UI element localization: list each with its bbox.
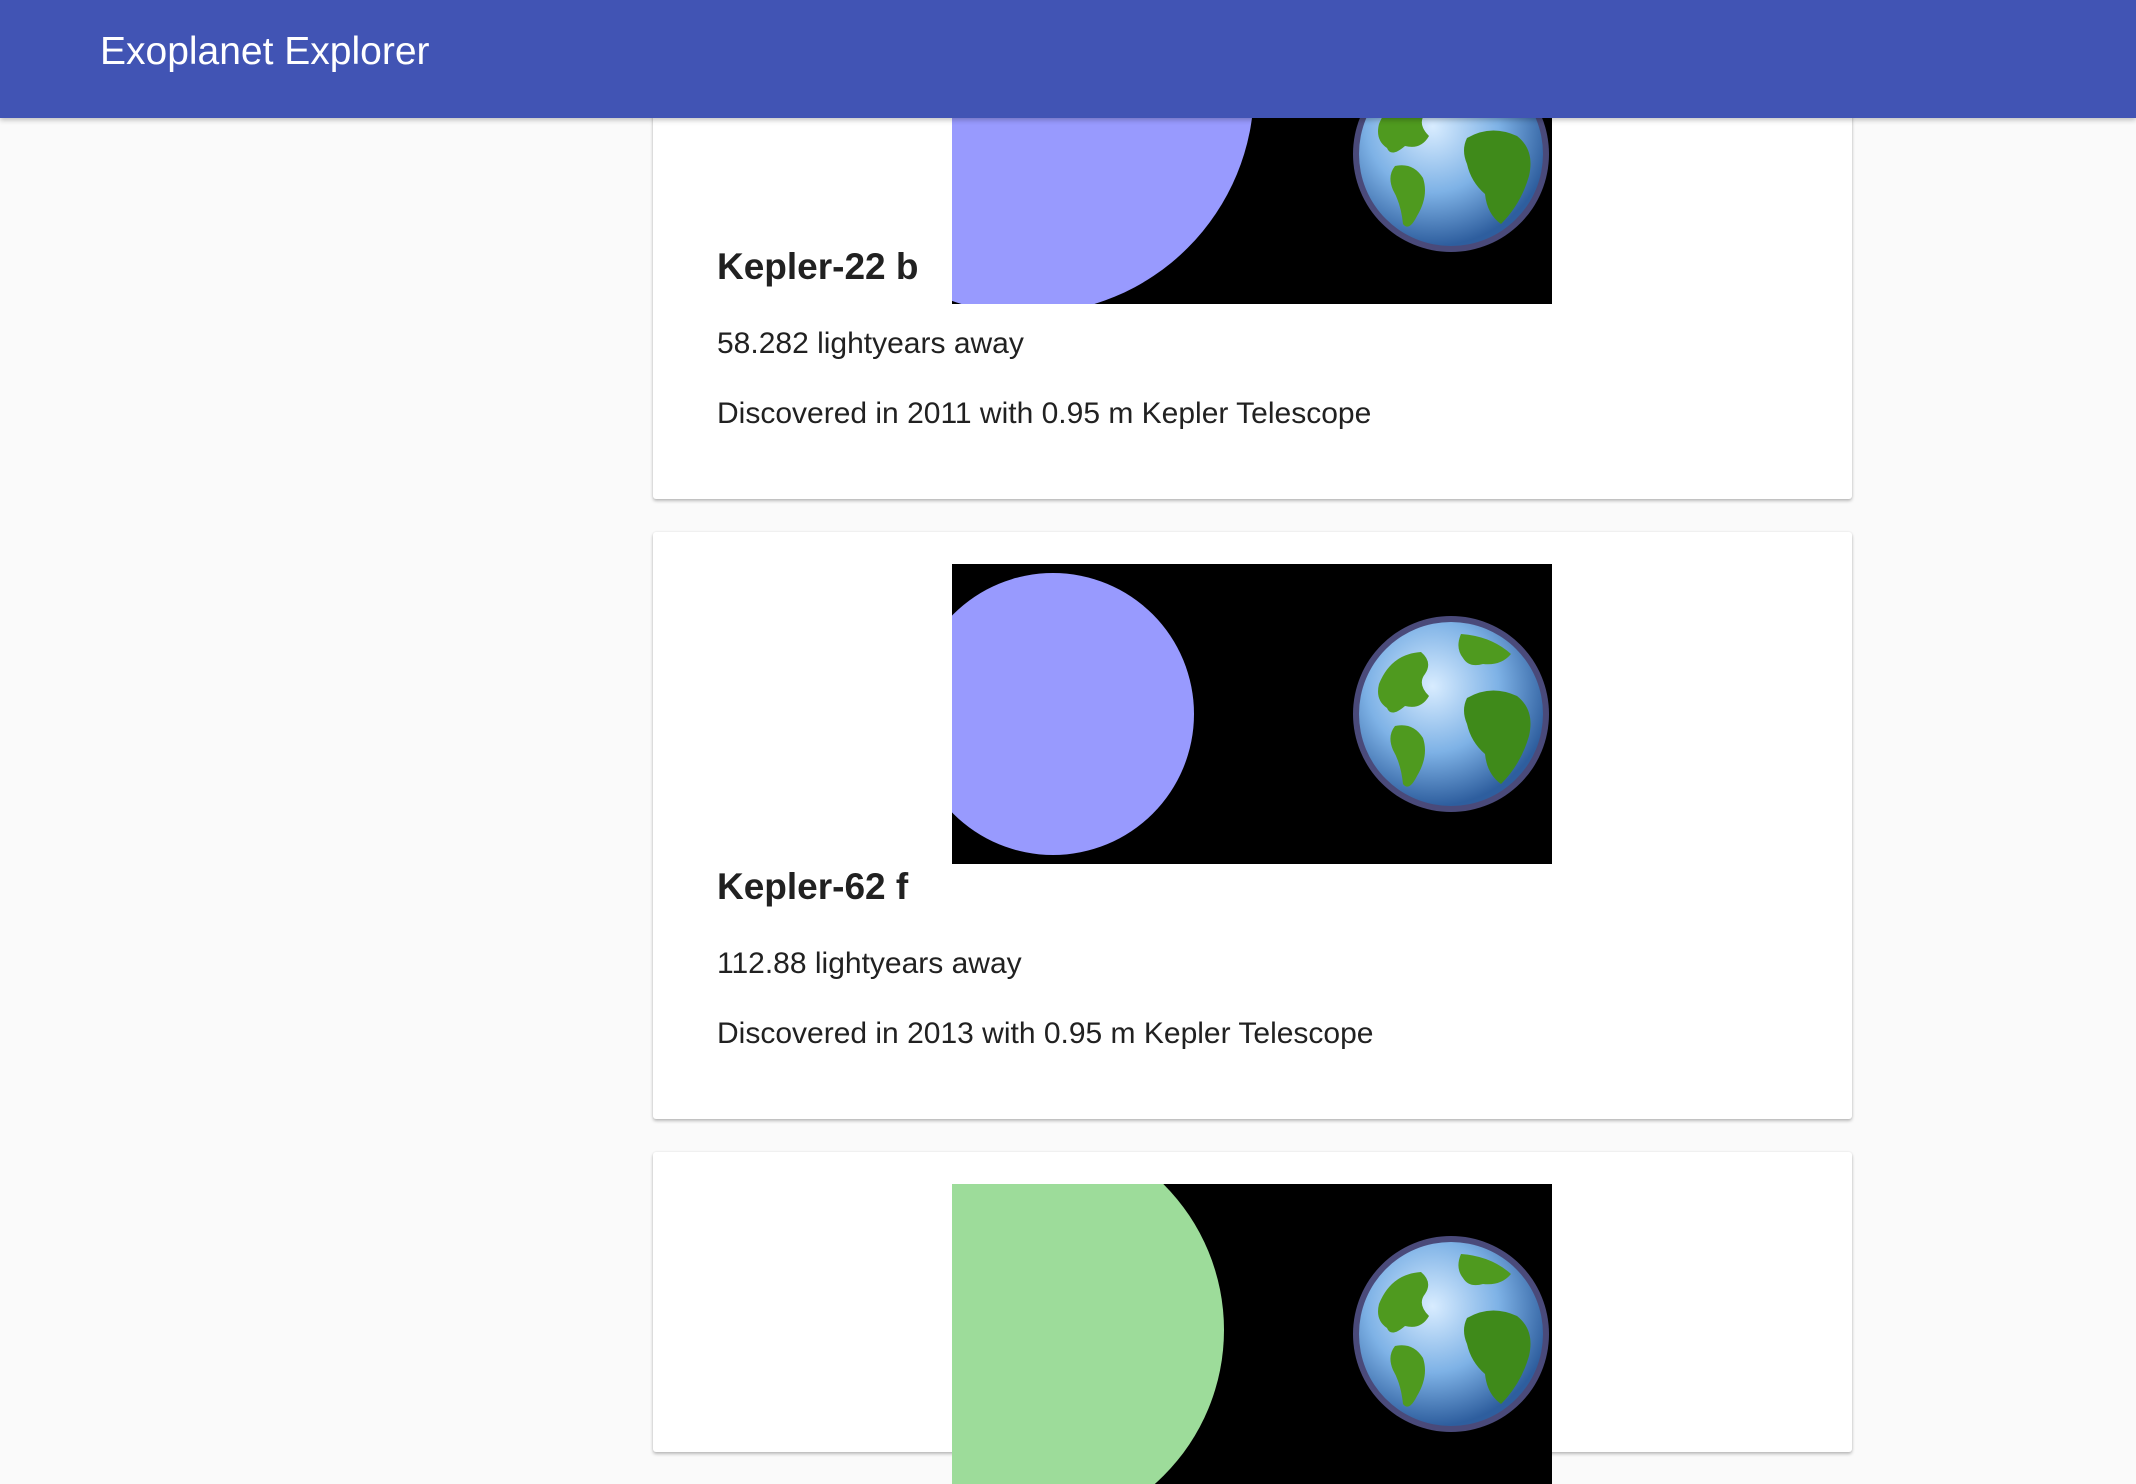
planet-discovery: Discovered in 2013 with 0.95 m Kepler Te… xyxy=(717,1017,1374,1050)
planet-distance: 58.282 lightyears away xyxy=(717,327,1024,360)
planet-card[interactable] xyxy=(653,1152,1852,1484)
planet-card[interactable]: Kepler-62 f 112.88 lightyears away Disco… xyxy=(653,532,1852,1119)
app-title: Exoplanet Explorer xyxy=(100,30,430,73)
app-bar: Exoplanet Explorer xyxy=(0,0,2136,118)
planet-circle xyxy=(952,1184,1224,1484)
earth-icon xyxy=(1353,1236,1549,1432)
planet-name: Kepler-62 f xyxy=(717,866,909,907)
planet-distance: 112.88 lightyears away xyxy=(717,947,1022,980)
planet-circle xyxy=(952,573,1194,855)
planet-discovery: Discovered in 2011 with 0.95 m Kepler Te… xyxy=(717,397,1372,430)
planet-size-comparison xyxy=(952,1184,1552,1484)
earth-icon xyxy=(1353,616,1549,812)
planet-size-comparison xyxy=(952,564,1552,864)
planet-name: Kepler-22 b xyxy=(717,246,919,287)
planet-card[interactable]: Kepler-22 b 58.282 lightyears away Disco… xyxy=(653,4,1852,499)
